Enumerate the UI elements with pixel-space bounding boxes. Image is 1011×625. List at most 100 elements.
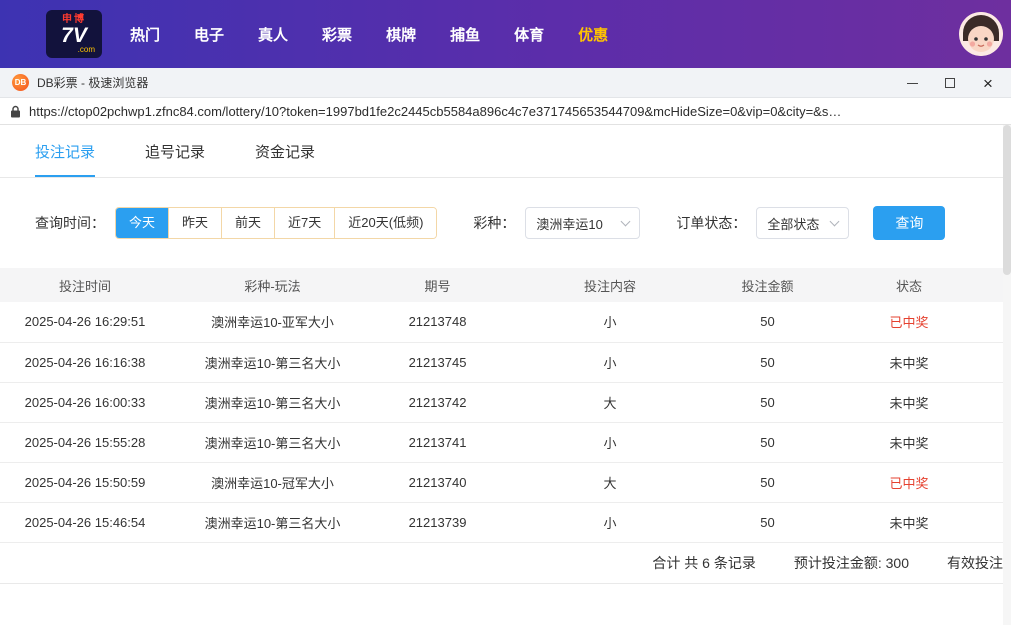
summary-total: 合计 共 6 条记录 xyxy=(652,554,756,571)
content-cell: 小 xyxy=(500,342,720,383)
filter-bar: 查询时间： 今天 昨天 前天 近7天 近20天(低频) 彩种： 澳洲幸运10 订… xyxy=(35,206,1011,240)
summary-valid: 有效投注金 xyxy=(947,554,1011,571)
chevron-down-icon xyxy=(620,216,631,226)
amount-cell: 50 xyxy=(720,502,815,543)
bet-time-cell: 2025-04-26 15:50:59 xyxy=(0,462,170,503)
maximize-icon xyxy=(945,78,955,88)
content-cell: 小 xyxy=(500,302,720,343)
order-status-value: 全部状态 xyxy=(767,216,820,232)
game-play-cell: 澳洲幸运10-冠军大小 xyxy=(170,462,375,503)
issue-cell: 21213748 xyxy=(375,302,500,343)
status-cell: 未中奖 xyxy=(815,502,1003,543)
lock-icon xyxy=(10,105,21,118)
time-option-daybefore[interactable]: 前天 xyxy=(221,208,275,238)
maximize-button[interactable] xyxy=(931,68,969,98)
game-play-cell: 澳洲幸运10-第三名大小 xyxy=(170,422,375,463)
header-game-play: 彩种-玩法 xyxy=(170,268,375,302)
amount-cell: 50 xyxy=(720,342,815,383)
logo-text-main: 7V xyxy=(61,23,87,47)
lottery-type-value: 澳洲幸运10 xyxy=(536,216,603,232)
issue-cell: 21213741 xyxy=(375,422,500,463)
lottery-type-label: 彩种： xyxy=(473,215,516,231)
content-cell: 大 xyxy=(500,462,720,503)
browser-titlebar: DB DB彩票 - 极速浏览器 × xyxy=(0,68,1011,98)
issue-cell: 21213742 xyxy=(375,382,500,423)
content-cell: 大 xyxy=(500,382,720,423)
table-row: 2025-04-26 16:16:38 澳洲幸运10-第三名大小 2121374… xyxy=(0,342,1003,383)
close-button[interactable]: × xyxy=(969,68,1007,98)
amount-cell: 50 xyxy=(720,462,815,503)
table-row: 2025-04-26 16:29:51 澳洲幸运10-亚军大小 21213748… xyxy=(0,302,1003,343)
table-row: 2025-04-26 16:00:33 澳洲幸运10-第三名大小 2121374… xyxy=(0,382,1003,423)
bet-time-cell: 2025-04-26 16:29:51 xyxy=(0,302,170,343)
summary-expected: 预计投注金额: 300 xyxy=(793,554,909,571)
close-icon: × xyxy=(983,73,993,93)
nav-item-slots[interactable]: 电子 xyxy=(194,24,224,45)
status-cell: 未中奖 xyxy=(815,382,1003,423)
time-range-group: 今天 昨天 前天 近7天 近20天(低频) xyxy=(115,207,438,239)
status-cell: 未中奖 xyxy=(815,422,1003,463)
logo-text-com: .com xyxy=(77,44,95,54)
summary-bar: 合计 共 6 条记录 预计投注金额: 300 有效投注金 xyxy=(0,543,1011,584)
minimize-button[interactable] xyxy=(893,68,931,98)
nav-item-sports[interactable]: 体育 xyxy=(514,24,544,45)
issue-cell: 21213745 xyxy=(375,342,500,383)
order-status-select[interactable]: 全部状态 xyxy=(756,207,850,239)
nav-item-cards[interactable]: 棋牌 xyxy=(386,24,416,45)
tab-bet-records[interactable]: 投注记录 xyxy=(35,141,96,177)
order-status-label: 订单状态： xyxy=(676,215,747,231)
time-option-20days[interactable]: 近20天(低频) xyxy=(334,208,437,238)
main-nav: 热门 电子 真人 彩票 棋牌 捕鱼 体育 优惠 xyxy=(130,24,608,45)
tab-fund-records[interactable]: 资金记录 xyxy=(255,141,315,177)
window-controls: × xyxy=(893,68,1007,98)
game-play-cell: 澳洲幸运10-第三名大小 xyxy=(170,342,375,383)
logo-text-cn: 申博 xyxy=(62,13,86,25)
nav-item-live[interactable]: 真人 xyxy=(258,24,288,45)
amount-cell: 50 xyxy=(720,422,815,463)
address-bar[interactable]: https://ctop02pchwp1.zfnc84.com/lottery/… xyxy=(0,98,1011,125)
status-cell: 已中奖 xyxy=(815,462,1003,503)
issue-cell: 21213740 xyxy=(375,462,500,503)
bet-records-table: 投注时间 彩种-玩法 期号 投注内容 投注金额 状态 2025-04-26 16… xyxy=(0,268,1003,543)
lottery-type-select[interactable]: 澳洲幸运10 xyxy=(525,207,641,239)
nav-item-promo[interactable]: 优惠 xyxy=(578,24,608,45)
nav-item-fishing[interactable]: 捕鱼 xyxy=(450,24,480,45)
amount-cell: 50 xyxy=(720,382,815,423)
scrollbar-thumb[interactable] xyxy=(1003,125,1011,275)
header-status: 状态 xyxy=(815,268,1003,302)
game-play-cell: 澳洲幸运10-第三名大小 xyxy=(170,502,375,543)
table-row: 2025-04-26 15:55:28 澳洲幸运10-第三名大小 2121374… xyxy=(0,422,1003,463)
header-issue: 期号 xyxy=(375,268,500,302)
time-option-7days[interactable]: 近7天 xyxy=(274,208,335,238)
bet-time-cell: 2025-04-26 15:55:28 xyxy=(0,422,170,463)
record-tabs: 投注记录 追号记录 资金记录 xyxy=(0,125,1011,178)
issue-cell: 21213739 xyxy=(375,502,500,543)
time-option-today[interactable]: 今天 xyxy=(116,208,169,238)
table-row: 2025-04-26 15:50:59 澳洲幸运10-冠军大小 21213740… xyxy=(0,462,1003,503)
search-button[interactable]: 查询 xyxy=(873,206,946,240)
bet-time-cell: 2025-04-26 16:16:38 xyxy=(0,342,170,383)
bet-time-cell: 2025-04-26 15:46:54 xyxy=(0,502,170,543)
table-row: 2025-04-26 15:46:54 澳洲幸运10-第三名大小 2121373… xyxy=(0,502,1003,543)
time-option-yesterday[interactable]: 昨天 xyxy=(168,208,222,238)
content-cell: 小 xyxy=(500,502,720,543)
bet-time-cell: 2025-04-26 16:00:33 xyxy=(0,382,170,423)
avatar[interactable] xyxy=(959,12,1003,56)
header-amount: 投注金额 xyxy=(720,268,815,302)
header-content: 投注内容 xyxy=(500,268,720,302)
nav-item-lottery[interactable]: 彩票 xyxy=(322,24,352,45)
table-header-row: 投注时间 彩种-玩法 期号 投注内容 投注金额 状态 xyxy=(0,268,1003,302)
window-title: DB彩票 - 极速浏览器 xyxy=(37,76,149,90)
header-bet-time: 投注时间 xyxy=(0,268,170,302)
status-cell: 未中奖 xyxy=(815,342,1003,383)
site-logo[interactable]: 申博 7V .com xyxy=(46,10,102,58)
time-filter-label: 查询时间： xyxy=(35,215,105,231)
tab-chase-records[interactable]: 追号记录 xyxy=(145,141,205,177)
nav-item-hot[interactable]: 热门 xyxy=(130,24,160,45)
status-cell: 已中奖 xyxy=(815,302,1003,343)
chevron-down-icon xyxy=(829,216,840,226)
url-text: https://ctop02pchwp1.zfnc84.com/lottery/… xyxy=(29,103,842,119)
page-content: 投注记录 追号记录 资金记录 查询时间： 今天 昨天 前天 近7天 近20天(低… xyxy=(0,125,1011,584)
minimize-icon xyxy=(906,82,918,84)
site-header: 申博 7V .com 热门 电子 真人 彩票 棋牌 捕鱼 体育 优惠 xyxy=(0,0,1011,68)
